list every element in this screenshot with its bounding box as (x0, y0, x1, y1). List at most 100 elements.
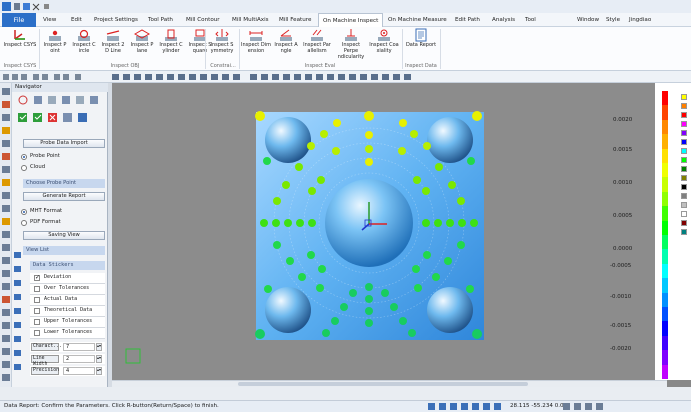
scale-color-band (662, 134, 668, 150)
saving-view-button[interactable]: Saving View (23, 231, 105, 240)
color-swatch[interactable] (681, 148, 687, 154)
inspect-parallelism-button[interactable]: Inspect Par allelism (301, 28, 333, 62)
tab-edit[interactable]: Edit (71, 13, 82, 27)
view-list-header[interactable]: View List (23, 246, 105, 255)
color-swatch[interactable] (681, 166, 687, 172)
color-swatch[interactable] (681, 202, 687, 208)
precision-input[interactable]: 4 (63, 367, 95, 375)
report-icon (415, 28, 427, 42)
tab-on-machine-inspect[interactable]: On Machine Inspect (318, 13, 384, 28)
tab-project-settings[interactable]: Project Settings (94, 13, 138, 27)
scale-color-band (662, 220, 668, 236)
menu-window[interactable]: Window (577, 13, 599, 27)
scale-color-band (662, 235, 668, 250)
tab-tool-path[interactable]: Tool Path (148, 13, 173, 27)
tab-on-machine-measure[interactable]: On Machine Measure (388, 13, 447, 27)
scale-color-band (662, 105, 668, 121)
sticker-row-over-tolerances[interactable]: Over Tolerances (30, 284, 105, 295)
choose-probe-point-header[interactable]: Choose Probe Point (23, 179, 105, 188)
sticker-row-actual-data[interactable]: Actual Data (30, 295, 105, 306)
sticker-row-deviation[interactable]: Deviation (30, 273, 105, 284)
menu-style[interactable]: Style (606, 13, 620, 27)
viewport-scrollbar[interactable] (112, 380, 667, 387)
inspect-plane-button[interactable]: Inspect P lane (128, 28, 156, 62)
color-swatch[interactable] (681, 121, 687, 127)
tab-mill-contour[interactable]: Mill Contour (186, 13, 220, 27)
tab-view[interactable]: View (43, 13, 56, 27)
menu-bar: File View Edit Project Settings Tool Pat… (0, 13, 691, 28)
color-swatch[interactable] (681, 184, 687, 190)
inspect-point-button[interactable]: Inspect P oint (41, 28, 69, 62)
scrollbar-thumb[interactable] (238, 382, 528, 386)
swatch-column (681, 94, 687, 294)
view-cube-indicator[interactable] (125, 348, 141, 364)
line-width-input[interactable]: 2 (63, 355, 95, 363)
color-swatch[interactable] (681, 175, 687, 181)
pdf-format-radio[interactable] (21, 220, 27, 226)
tab-mill-multiaxis[interactable]: Mill MultiAxis (232, 13, 269, 27)
tab-mill-feature[interactable]: Mill Feature (279, 13, 311, 27)
scale-color-band (662, 364, 668, 380)
actual-data-checkbox[interactable] (34, 297, 40, 303)
data-report-button[interactable]: Data Report (404, 28, 438, 62)
scale-label-4: 0.0000 (613, 246, 633, 252)
tab-tool[interactable]: Tool (525, 13, 536, 27)
theoretical-data-checkbox[interactable] (34, 308, 40, 314)
generate-report-button[interactable]: Generate Report (23, 192, 105, 201)
tab-analysis[interactable]: Analysis (492, 13, 515, 27)
sticker-row-upper-tolerances[interactable]: Upper Tolerances (30, 317, 105, 328)
line-width-spinner[interactable]: ▴▾ (96, 355, 102, 363)
color-swatch[interactable] (681, 229, 687, 235)
inspect-cylinder-button[interactable]: Inspect C ylinder (157, 28, 185, 62)
sticker-row-lower-tolerances[interactable]: Lower Tolerances (30, 328, 105, 339)
quick-toolbar (0, 71, 691, 83)
color-swatch[interactable] (681, 94, 687, 100)
menu-user[interactable]: Jingdiao (629, 13, 651, 27)
character-spinner[interactable]: ▴▾ (96, 343, 102, 351)
inspect-circle-button[interactable]: Inspect C ircle (70, 28, 98, 62)
inspect-perpendicularity-button[interactable]: Inspect Perpe ndicularity (334, 28, 368, 62)
probe-point-radio[interactable] (21, 154, 27, 160)
precision-spinner[interactable]: ▴▾ (96, 367, 102, 375)
color-swatch[interactable] (681, 220, 687, 226)
scale-color-band (662, 350, 668, 366)
inspect-csys-button[interactable]: Inspect CSYS (3, 28, 37, 62)
status-icons (428, 403, 501, 410)
color-swatch[interactable] (681, 139, 687, 145)
scale-color-band (662, 292, 668, 308)
cloud-radio[interactable] (21, 165, 27, 171)
color-swatch[interactable] (681, 130, 687, 136)
scale-color-band (662, 278, 668, 294)
upper-tolerances-checkbox[interactable] (34, 319, 40, 325)
color-swatch[interactable] (681, 112, 687, 118)
color-swatch[interactable] (681, 193, 687, 199)
data-stickers-header[interactable]: Data Stickers (30, 261, 105, 270)
color-swatch[interactable] (681, 211, 687, 217)
inspect-angle-button[interactable]: Inspect A ngle (272, 28, 300, 62)
inspect-2d-line-button[interactable]: Inspect 2 D Line (99, 28, 127, 62)
sticker-row-theoretical-data[interactable]: Theoretical Data (30, 306, 105, 317)
mht-format-radio[interactable] (21, 209, 27, 215)
character-input[interactable]: 7 (63, 343, 95, 351)
deviation-checkbox[interactable] (34, 274, 40, 281)
color-swatch[interactable] (681, 157, 687, 163)
inspect-coaxiality-button[interactable]: Inspect Coa xiality (369, 28, 399, 62)
group-label-constraint: Constrai... (210, 63, 236, 69)
pdf-format-label: PDF Format (30, 219, 61, 225)
color-swatch[interactable] (681, 103, 687, 109)
lower-tolerances-checkbox[interactable] (34, 330, 40, 336)
navigator-title: Navigator (12, 83, 108, 92)
inspect-dimension-button[interactable]: Inspect Dim ension (241, 28, 271, 62)
inspect-symmetry-button[interactable]: Inspect S ymmetry (207, 28, 237, 62)
scale-label-3: 0.0005 (613, 213, 633, 219)
perpendicular-icon (345, 29, 357, 41)
file-menu[interactable]: File (2, 13, 36, 27)
probe-data-import-button[interactable]: Probe Data Import (23, 139, 105, 148)
over-tolerances-checkbox[interactable] (34, 286, 40, 292)
dome-top-right (427, 117, 473, 163)
3d-viewport[interactable] (112, 83, 667, 380)
coaxial-icon (378, 29, 390, 41)
precision-field-row: Precision 4 ▴▾ (30, 366, 105, 376)
plane-icon (133, 29, 151, 41)
tab-edit-path[interactable]: Edit Path (455, 13, 480, 27)
